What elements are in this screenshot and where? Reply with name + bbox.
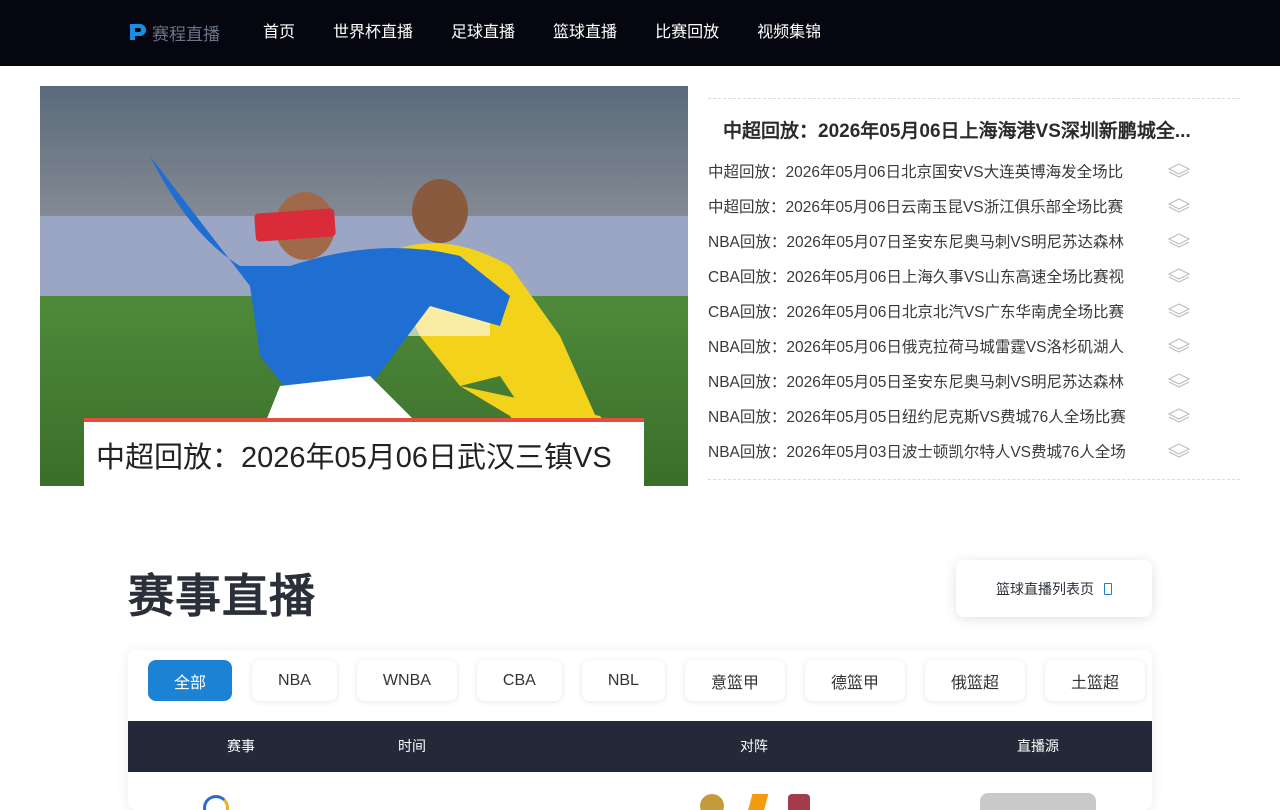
tab-germany-bbl[interactable]: 德篮甲	[804, 660, 905, 701]
nav-highlights[interactable]: 视频集锦	[738, 0, 840, 66]
hero-banner[interactable]: 中超回放：2026年05月06日武汉三镇VS	[40, 86, 688, 486]
tab-russia-vtb[interactable]: 俄篮超	[924, 660, 1025, 701]
news-item[interactable]: NBA回放：2026年05月07日圣安东尼奥马刺VS明尼苏达森林	[708, 223, 1240, 258]
tab-turkey-bsl[interactable]: 土篮超	[1045, 660, 1146, 701]
logo-icon	[130, 24, 146, 40]
news-item-title[interactable]: NBA回放：2026年05月07日圣安东尼奥马刺VS明尼苏达森林	[708, 230, 1148, 252]
nav-basketball-live[interactable]: 篮球直播	[534, 0, 636, 66]
layers-icon	[1168, 442, 1190, 458]
live-schedule-card: 全部 NBA WNBA CBA NBL 意篮甲 德篮甲 俄篮超 土篮超 赛事 时…	[128, 650, 1152, 810]
home-team-logo-icon	[700, 794, 724, 810]
away-team-logo-icon	[788, 794, 810, 810]
basketball-list-link[interactable]: 篮球直播列表页	[956, 560, 1152, 617]
site-logo[interactable]: 赛程直播	[128, 18, 220, 46]
news-item[interactable]: 中超回放：2026年05月06日云南玉昆VS浙江俱乐部全场比赛	[708, 188, 1240, 223]
news-item-title[interactable]: CBA回放：2026年05月06日上海久事VS山东高速全场比赛视	[708, 265, 1148, 287]
tab-italy-lba[interactable]: 意篮甲	[684, 660, 785, 701]
col-source: 直播源	[1017, 738, 1059, 754]
news-item-title[interactable]: NBA回放：2026年05月05日圣安东尼奥马刺VS明尼苏达森林	[708, 370, 1148, 392]
news-item-title[interactable]: 中超回放：2026年05月06日云南玉昆VS浙江俱乐部全场比赛	[708, 195, 1148, 217]
layers-icon	[1168, 407, 1190, 423]
layers-icon	[1168, 267, 1190, 283]
news-item[interactable]: NBA回放：2026年05月05日圣安东尼奥马刺VS明尼苏达森林	[708, 363, 1240, 398]
table-row[interactable]	[128, 772, 1152, 810]
news-item[interactable]: CBA回放：2026年05月06日上海久事VS山东高速全场比赛视	[708, 258, 1240, 293]
news-item-title[interactable]: NBA回放：2026年05月03日波士顿凯尔特人VS费城76人全场	[708, 440, 1148, 462]
news-item[interactable]: NBA回放：2026年05月03日波士顿凯尔特人VS费城76人全场	[708, 433, 1240, 468]
section-title: 赛事直播	[128, 570, 316, 622]
news-headline[interactable]: 中超回放：2026年05月06日上海海港VS深圳新鹏城全...	[723, 116, 1228, 143]
nav-worldcup-live[interactable]: 世界杯直播	[314, 0, 432, 66]
logo-text: 赛程直播	[152, 24, 220, 44]
news-item[interactable]: CBA回放：2026年05月06日北京北汽VS广东华南虎全场比赛	[708, 293, 1240, 328]
layers-icon	[1168, 302, 1190, 318]
live-source-button[interactable]	[980, 793, 1096, 810]
news-item-title[interactable]: NBA回放：2026年05月05日纽约尼克斯VS费城76人全场比赛	[708, 405, 1148, 427]
vs-icon	[747, 794, 769, 810]
layers-icon	[1168, 337, 1190, 353]
tab-wnba[interactable]: WNBA	[356, 660, 457, 701]
news-item-title[interactable]: CBA回放：2026年05月06日北京北汽VS广东华南虎全场比赛	[708, 300, 1148, 322]
external-link-icon	[1104, 582, 1112, 595]
layers-icon	[1168, 232, 1190, 248]
col-time: 时间	[398, 738, 426, 754]
layers-icon	[1168, 372, 1190, 388]
col-match: 对阵	[740, 738, 768, 754]
tab-all[interactable]: 全部	[148, 660, 233, 701]
table-header: 赛事 时间 对阵 直播源	[128, 721, 1152, 772]
tab-nba[interactable]: NBA	[252, 660, 337, 701]
news-item-title[interactable]: 中超回放：2026年05月06日北京国安VS大连英博海发全场比	[708, 160, 1148, 182]
news-item[interactable]: 中超回放：2026年05月06日北京国安VS大连英博海发全场比	[708, 153, 1240, 188]
layers-icon	[1168, 162, 1190, 178]
nav-football-live[interactable]: 足球直播	[432, 0, 534, 66]
top-navbar: 赛程直播 首页 世界杯直播 足球直播 篮球直播 比赛回放 视频集锦	[0, 0, 1280, 66]
list-link-label: 篮球直播列表页	[996, 580, 1094, 597]
col-event: 赛事	[227, 738, 255, 754]
replay-news-panel: 中超回放：2026年05月06日上海海港VS深圳新鹏城全... 中超回放：202…	[708, 98, 1240, 480]
main-nav: 首页 世界杯直播 足球直播 篮球直播 比赛回放 视频集锦	[244, 0, 840, 66]
league-logo-icon	[203, 795, 229, 810]
hero-caption[interactable]: 中超回放：2026年05月06日武汉三镇VS	[84, 418, 644, 486]
tab-nbl[interactable]: NBL	[581, 660, 665, 701]
news-item-title[interactable]: NBA回放：2026年05月06日俄克拉荷马城雷霆VS洛杉矶湖人	[708, 335, 1148, 357]
tab-cba[interactable]: CBA	[476, 660, 562, 701]
news-item[interactable]: NBA回放：2026年05月06日俄克拉荷马城雷霆VS洛杉矶湖人	[708, 328, 1240, 363]
news-item[interactable]: NBA回放：2026年05月05日纽约尼克斯VS费城76人全场比赛	[708, 398, 1240, 433]
layers-icon	[1168, 197, 1190, 213]
news-list: 中超回放：2026年05月06日北京国安VS大连英博海发全场比 中超回放：202…	[708, 153, 1240, 468]
league-tabs: 全部 NBA WNBA CBA NBL 意篮甲 德篮甲 俄篮超 土篮超	[148, 660, 1146, 702]
nav-replay[interactable]: 比赛回放	[636, 0, 738, 66]
nav-home[interactable]: 首页	[244, 0, 314, 66]
